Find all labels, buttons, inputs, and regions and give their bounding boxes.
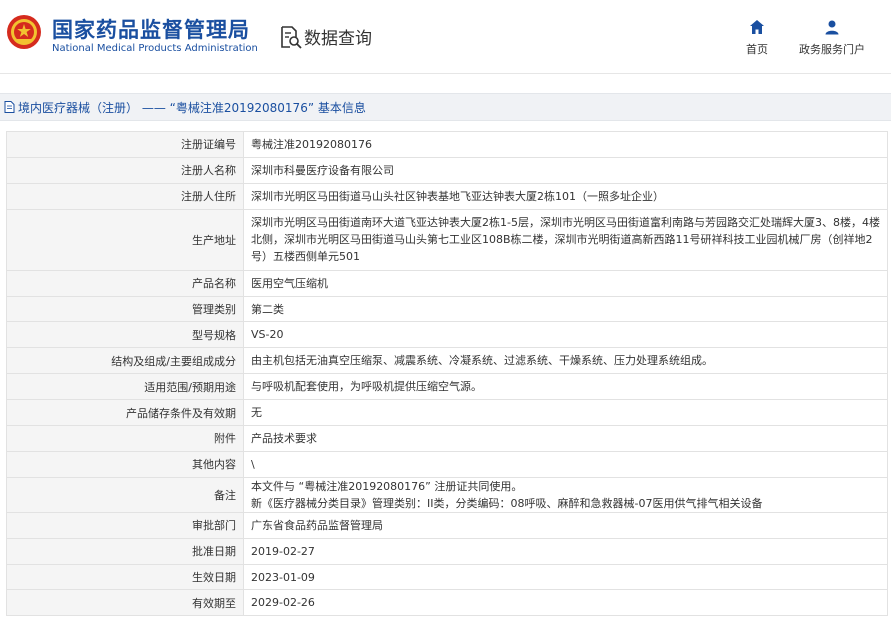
table-row: 注册人住所 深圳市光明区马田街道马山头社区钟表基地飞亚达钟表大厦2栋101（一照…: [6, 182, 888, 210]
field-label: 注册人住所: [6, 182, 244, 210]
record-title: 境内医疗器械（注册） —— “粤械注准20192080176” 基本信息: [18, 100, 366, 115]
remark-line-1: 本文件与 “粤械注准20192080176” 注册证共同使用。: [251, 479, 523, 493]
nav-portal-button[interactable]: 政务服务门户: [797, 19, 867, 57]
field-value: 深圳市科曼医疗设备有限公司: [243, 156, 888, 184]
table-row: 批准日期 2019-02-27: [6, 537, 888, 565]
table-row: 型号规格 VS-20: [6, 321, 888, 349]
field-label: 产品储存条件及有效期: [6, 399, 244, 427]
field-label: 注册证编号: [6, 131, 244, 158]
record-title-bar: 境内医疗器械（注册） —— “粤械注准20192080176” 基本信息: [0, 93, 891, 121]
table-row: 产品储存条件及有效期 无: [6, 399, 888, 427]
table-row: 审批部门 广东省食品药品监督管理局: [6, 511, 888, 539]
field-value: 无: [243, 399, 888, 427]
table-row: 管理类别 第二类: [6, 295, 888, 323]
field-value: VS-20: [243, 321, 888, 349]
table-row: 附件 产品技术要求: [6, 425, 888, 452]
table-row: 注册人名称 深圳市科曼医疗设备有限公司: [6, 156, 888, 184]
table-row: 生产地址 深圳市光明区马田街道南环大道飞亚达钟表大厦2栋1-5层，深圳市光明区马…: [6, 208, 888, 271]
field-label: 生效日期: [6, 563, 244, 591]
field-label: 有效期至: [6, 589, 244, 617]
field-value: 2023-01-09: [243, 563, 888, 591]
field-value: 广东省食品药品监督管理局: [243, 511, 888, 539]
field-label: 其他内容: [6, 450, 244, 478]
field-label: 管理类别: [6, 295, 244, 323]
nav-home-button[interactable]: 首页: [722, 19, 792, 57]
document-search-icon: [281, 25, 302, 49]
table-row: 注册证编号 粤械注准20192080176: [6, 131, 888, 158]
detail-table: 注册证编号 粤械注准20192080176 注册人名称 深圳市科曼医疗设备有限公…: [6, 131, 888, 617]
field-value: 粤械注准20192080176: [243, 131, 888, 158]
module-title: 数据查询: [304, 29, 372, 49]
site-subtitle: National Medical Products Administration: [52, 43, 258, 54]
table-row: 备注 本文件与 “粤械注准20192080176” 注册证共同使用。 新《医疗器…: [6, 476, 888, 513]
field-value: 深圳市光明区马田街道南环大道飞亚达钟表大厦2栋1-5层，深圳市光明区马田街道富利…: [243, 208, 888, 271]
field-value: 本文件与 “粤械注准20192080176” 注册证共同使用。 新《医疗器械分类…: [243, 476, 888, 513]
table-row: 有效期至 2029-02-26: [6, 589, 888, 617]
table-row: 其他内容 \: [6, 450, 888, 478]
home-icon: [750, 20, 764, 34]
field-label: 生产地址: [6, 208, 244, 271]
field-value: \: [243, 450, 888, 478]
nav-portal-label: 政务服务门户: [799, 43, 865, 56]
field-label: 审批部门: [6, 511, 244, 539]
field-value: 与呼吸机配套使用，为呼吸机提供压缩空气源。: [243, 373, 888, 401]
remark-line-2: 新《医疗器械分类目录》管理类别：II类，分类编码：08呼吸、麻醉和急救器械-07…: [251, 496, 763, 510]
field-value: 产品技术要求: [243, 425, 888, 452]
field-value: 医用空气压缩机: [243, 269, 888, 297]
national-emblem-icon: [7, 15, 41, 49]
table-row: 适用范围/预期用途 与呼吸机配套使用，为呼吸机提供压缩空气源。: [6, 373, 888, 401]
field-value: 深圳市光明区马田街道马山头社区钟表基地飞亚达钟表大厦2栋101（一照多址企业）: [243, 182, 888, 210]
user-icon: [825, 20, 839, 35]
table-row: 生效日期 2023-01-09: [6, 563, 888, 591]
field-value: 由主机包括无油真空压缩泵、减震系统、冷凝系统、过滤系统、干燥系统、压力处理系统组…: [243, 347, 888, 375]
field-label: 附件: [6, 425, 244, 452]
field-value: 2029-02-26: [243, 589, 888, 617]
field-label: 批准日期: [6, 537, 244, 565]
table-row: 结构及组成/主要组成成分 由主机包括无油真空压缩泵、减震系统、冷凝系统、过滤系统…: [6, 347, 888, 375]
field-value: 2019-02-27: [243, 537, 888, 565]
nav-home-label: 首页: [746, 43, 768, 56]
field-value: 第二类: [243, 295, 888, 323]
site-header: 国家药品监督管理局 National Medical Products Admi…: [0, 0, 891, 74]
field-label: 型号规格: [6, 321, 244, 349]
site-title: 国家药品监督管理局: [52, 18, 250, 42]
field-label: 结构及组成/主要组成成分: [6, 347, 244, 375]
field-label: 产品名称: [6, 269, 244, 297]
document-icon: [4, 101, 15, 113]
field-label: 备注: [6, 476, 244, 513]
table-row: 产品名称 医用空气压缩机: [6, 269, 888, 297]
data-query-heading: 数据查询: [278, 24, 372, 49]
field-label: 适用范围/预期用途: [6, 373, 244, 401]
field-label: 注册人名称: [6, 156, 244, 184]
